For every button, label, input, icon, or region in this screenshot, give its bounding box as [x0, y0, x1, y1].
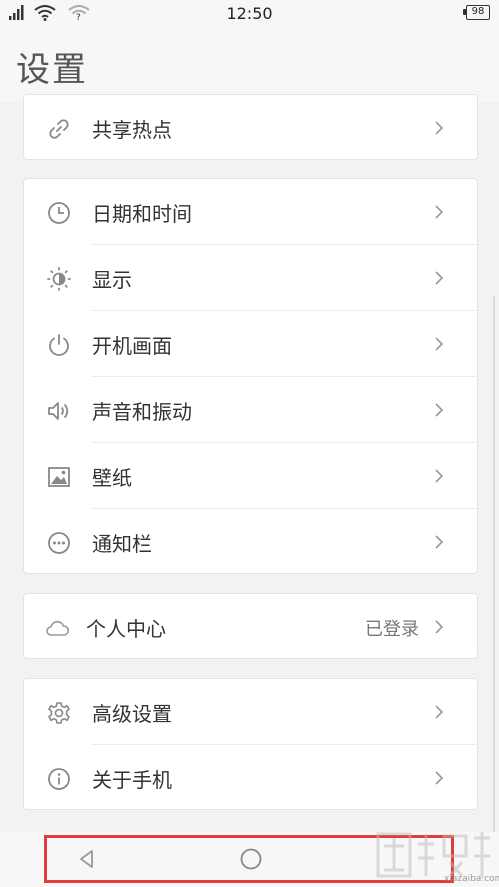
chevron-right-icon: [435, 620, 444, 634]
settings-item-label: 声音和振动: [92, 400, 192, 424]
header: 设置: [0, 28, 499, 102]
status-bar: ? 12:50 98: [0, 0, 499, 28]
settings-item-personal-center[interactable]: 个人中心 已登录: [24, 594, 477, 660]
settings-item-label: 关于手机: [92, 768, 172, 792]
settings-item-advanced-settings[interactable]: 高级设置: [24, 679, 477, 745]
settings-item-display[interactable]: 显示: [24, 245, 477, 311]
settings-item-notification-bar[interactable]: 通知栏: [24, 509, 477, 575]
page-title: 设置: [16, 50, 88, 90]
clock-icon: [48, 202, 70, 224]
settings-item-about-phone[interactable]: 关于手机: [24, 745, 477, 811]
scrollbar[interactable]: [493, 296, 495, 856]
brightness-icon: [47, 267, 71, 291]
settings-item-label: 通知栏: [92, 532, 152, 556]
settings-item-label: 共享热点: [92, 118, 172, 142]
chevron-right-icon: [435, 205, 444, 219]
wallpaper-icon: [48, 467, 70, 487]
chevron-right-icon: [435, 337, 444, 351]
watermark-text: xiazaiba.com: [444, 874, 499, 884]
status-time: 12:50: [226, 4, 273, 23]
settings-group-system: 高级设置 关于手机: [23, 678, 478, 810]
chevron-right-icon: [435, 771, 444, 785]
chevron-right-icon: [435, 403, 444, 417]
settings-item-sound-vibration[interactable]: 声音和振动: [24, 377, 477, 443]
more-icon: [48, 532, 70, 554]
power-icon: [49, 334, 69, 356]
settings-item-label: 日期和时间: [92, 202, 192, 226]
settings-item-label: 显示: [92, 268, 132, 292]
link-icon: [49, 119, 69, 139]
settings-item-label: 个人中心: [86, 617, 166, 641]
settings-group-network: 共享热点: [23, 94, 478, 160]
chevron-right-icon: [435, 271, 444, 285]
settings-item-boot-animation[interactable]: 开机画面: [24, 311, 477, 377]
settings-item-label: 高级设置: [92, 702, 172, 726]
settings-group-account: 个人中心 已登录: [23, 593, 478, 659]
settings-item-wallpaper[interactable]: 壁纸: [24, 443, 477, 509]
settings-item-label: 壁纸: [92, 466, 132, 490]
settings-item-date-time[interactable]: 日期和时间: [24, 179, 477, 245]
settings-item-label: 开机画面: [92, 334, 172, 358]
login-status: 已登录: [365, 619, 419, 640]
battery-icon: 98: [463, 5, 490, 20]
chevron-right-icon: [435, 469, 444, 483]
info-icon: [48, 768, 70, 790]
chevron-right-icon: [435, 705, 444, 719]
chevron-right-icon: [435, 121, 444, 135]
settings-group-device: 日期和时间 显示 开机画面 声音和振动 壁纸 通知栏: [23, 178, 478, 574]
gear-icon: [48, 702, 70, 724]
chevron-right-icon: [435, 535, 444, 549]
cloud-icon: [46, 620, 70, 636]
speaker-icon: [48, 402, 69, 420]
settings-item-hotspot[interactable]: 共享热点: [24, 95, 477, 161]
